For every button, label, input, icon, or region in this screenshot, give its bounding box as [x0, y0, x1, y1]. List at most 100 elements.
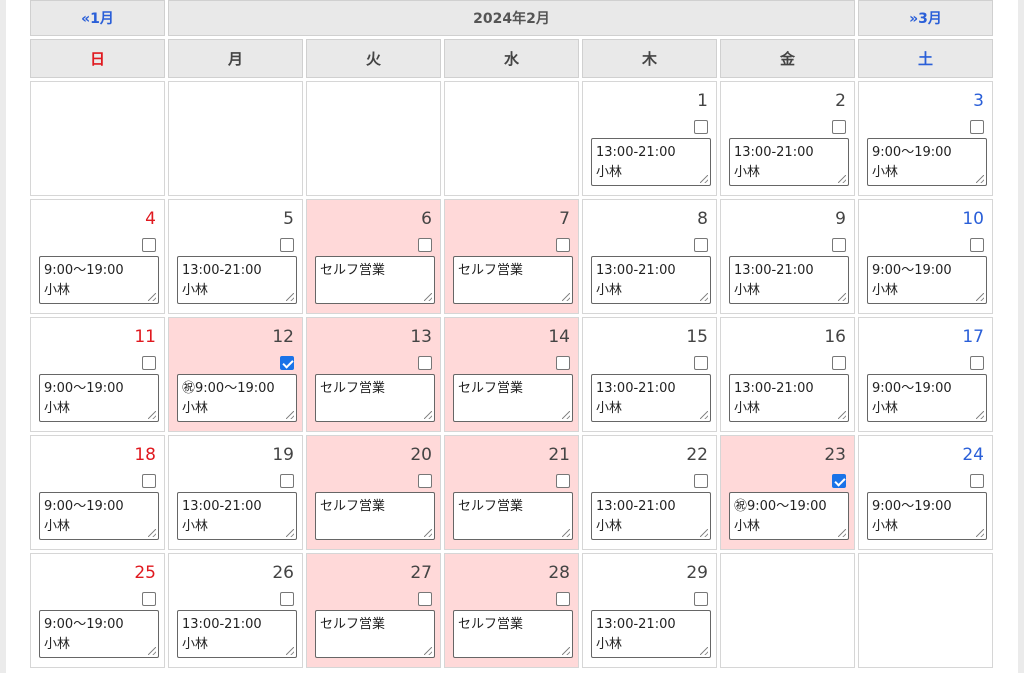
day-checkbox[interactable]	[280, 238, 294, 252]
resize-grip-icon[interactable]	[286, 411, 294, 419]
shift-note-textarea[interactable]: 13:00-21:00 小林	[729, 374, 849, 422]
resize-grip-icon[interactable]	[976, 411, 984, 419]
shift-note-textarea[interactable]: 13:00-21:00 小林	[591, 492, 711, 540]
shift-note-textarea[interactable]: セルフ営業	[453, 492, 573, 540]
staff-name-text: 小林	[734, 401, 761, 416]
shift-note-textarea[interactable]: セルフ営業	[453, 374, 573, 422]
shift-note-textarea[interactable]: 13:00-21:00 小林	[177, 610, 297, 658]
resize-grip-icon[interactable]	[838, 529, 846, 537]
resize-grip-icon[interactable]	[148, 529, 156, 537]
day-checkbox[interactable]	[142, 238, 156, 252]
shift-note-textarea[interactable]: 13:00-21:00 小林	[729, 256, 849, 304]
resize-grip-icon[interactable]	[700, 293, 708, 301]
shift-note-textarea[interactable]: 13:00-21:00 小林	[591, 610, 711, 658]
day-number: 16	[824, 327, 846, 347]
shift-note-textarea[interactable]: 9:00～19:00 小林	[39, 256, 159, 304]
day-checkbox[interactable]	[970, 120, 984, 134]
shift-note-textarea[interactable]: 9:00～19:00 小林	[39, 610, 159, 658]
resize-grip-icon[interactable]	[976, 175, 984, 183]
resize-grip-icon[interactable]	[424, 529, 432, 537]
resize-grip-icon[interactable]	[562, 411, 570, 419]
day-checkbox[interactable]	[418, 474, 432, 488]
day-checkbox[interactable]	[970, 238, 984, 252]
next-month-button[interactable]: »3月	[858, 0, 993, 36]
shift-note-textarea[interactable]: セルフ営業	[315, 492, 435, 540]
shift-note-textarea[interactable]: 9:00～19:00 小林	[867, 492, 987, 540]
staff-name-text: 小林	[734, 519, 761, 534]
resize-grip-icon[interactable]	[562, 529, 570, 537]
resize-grip-icon[interactable]	[700, 175, 708, 183]
resize-grip-icon[interactable]	[424, 411, 432, 419]
day-checkbox[interactable]	[694, 474, 708, 488]
resize-grip-icon[interactable]	[424, 293, 432, 301]
resize-grip-icon[interactable]	[562, 293, 570, 301]
shift-note-textarea[interactable]: セルフ営業	[315, 610, 435, 658]
resize-grip-icon[interactable]	[148, 411, 156, 419]
day-number: 12	[272, 327, 294, 347]
shift-note-textarea[interactable]: 13:00-21:00 小林	[177, 256, 297, 304]
shift-note-textarea[interactable]: 9:00～19:00 小林	[867, 138, 987, 186]
shift-note-textarea[interactable]: ㊗9:00～19:00 小林	[177, 374, 297, 422]
resize-grip-icon[interactable]	[838, 411, 846, 419]
staff-name-text: 小林	[182, 637, 209, 652]
day-checkbox[interactable]	[418, 238, 432, 252]
day-checkbox[interactable]	[832, 474, 846, 488]
day-checkbox[interactable]	[556, 238, 570, 252]
shift-note-textarea[interactable]: ㊗9:00～19:00 小林	[729, 492, 849, 540]
resize-grip-icon[interactable]	[424, 647, 432, 655]
day-checkbox[interactable]	[142, 592, 156, 606]
resize-grip-icon[interactable]	[148, 647, 156, 655]
day-checkbox[interactable]	[556, 474, 570, 488]
shift-note-textarea[interactable]: 13:00-21:00 小林	[177, 492, 297, 540]
prev-month-button[interactable]: «1月	[30, 0, 165, 36]
day-checkbox[interactable]	[832, 238, 846, 252]
resize-grip-icon[interactable]	[286, 647, 294, 655]
shift-time-text: 13:00-21:00	[734, 263, 814, 278]
shift-note-textarea[interactable]: 13:00-21:00 小林	[591, 256, 711, 304]
resize-grip-icon[interactable]	[700, 647, 708, 655]
day-cell-29: 29 13:00-21:00 小林	[582, 553, 717, 668]
resize-grip-icon[interactable]	[700, 411, 708, 419]
resize-grip-icon[interactable]	[976, 293, 984, 301]
shift-note-textarea[interactable]: セルフ営業	[453, 256, 573, 304]
empty-day-cell	[168, 81, 303, 196]
shift-note-textarea[interactable]: 9:00～19:00 小林	[867, 256, 987, 304]
day-checkbox[interactable]	[970, 474, 984, 488]
day-checkbox[interactable]	[694, 120, 708, 134]
resize-grip-icon[interactable]	[976, 529, 984, 537]
day-checkbox[interactable]	[832, 356, 846, 370]
day-checkbox[interactable]	[694, 592, 708, 606]
day-checkbox[interactable]	[280, 592, 294, 606]
resize-grip-icon[interactable]	[700, 529, 708, 537]
day-checkbox[interactable]	[832, 120, 846, 134]
resize-grip-icon[interactable]	[838, 293, 846, 301]
shift-note-textarea[interactable]: 9:00～19:00 小林	[39, 492, 159, 540]
day-cell-7: 7 セルフ営業	[444, 199, 579, 314]
resize-grip-icon[interactable]	[838, 175, 846, 183]
shift-note-textarea[interactable]: セルフ営業	[315, 374, 435, 422]
resize-grip-icon[interactable]	[562, 647, 570, 655]
day-checkbox[interactable]	[694, 356, 708, 370]
resize-grip-icon[interactable]	[286, 529, 294, 537]
shift-note-textarea[interactable]: 13:00-21:00 小林	[591, 374, 711, 422]
day-cell-17: 17 9:00～19:00 小林	[858, 317, 993, 432]
shift-note-textarea[interactable]: セルフ営業	[453, 610, 573, 658]
day-checkbox[interactable]	[694, 238, 708, 252]
day-checkbox[interactable]	[556, 356, 570, 370]
empty-day-cell	[30, 81, 165, 196]
shift-note-textarea[interactable]: 9:00～19:00 小林	[39, 374, 159, 422]
resize-grip-icon[interactable]	[286, 293, 294, 301]
day-checkbox[interactable]	[418, 592, 432, 606]
day-checkbox[interactable]	[142, 474, 156, 488]
day-checkbox[interactable]	[556, 592, 570, 606]
shift-note-textarea[interactable]: セルフ営業	[315, 256, 435, 304]
shift-note-textarea[interactable]: 9:00～19:00 小林	[867, 374, 987, 422]
shift-note-textarea[interactable]: 13:00-21:00 小林	[591, 138, 711, 186]
day-checkbox[interactable]	[280, 356, 294, 370]
day-checkbox[interactable]	[142, 356, 156, 370]
day-checkbox[interactable]	[970, 356, 984, 370]
resize-grip-icon[interactable]	[148, 293, 156, 301]
shift-note-textarea[interactable]: 13:00-21:00 小林	[729, 138, 849, 186]
day-checkbox[interactable]	[418, 356, 432, 370]
day-checkbox[interactable]	[280, 474, 294, 488]
